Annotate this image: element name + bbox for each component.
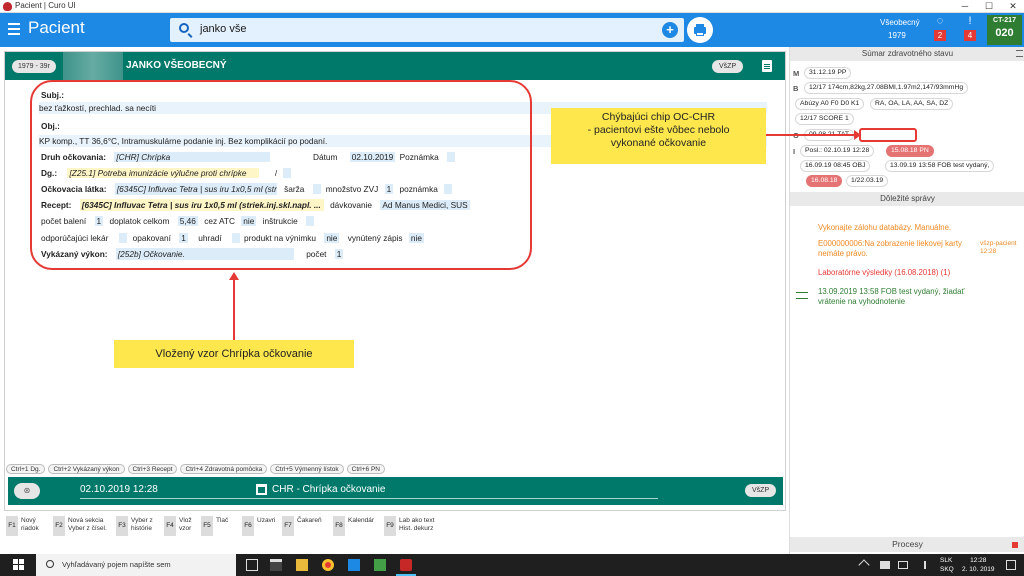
taskbar-search-icon [46,560,54,568]
curo-taskbar-icon[interactable] [400,559,412,571]
maximize-button[interactable]: ☐ [978,0,1000,13]
taskbar-search-placeholder: Vyhľadávaný pojem napíšte sem [62,560,171,569]
header-patient-year: 1979 [888,31,906,40]
summary-b-label: B [793,84,799,93]
summary-menu-icon[interactable] [1016,50,1023,57]
summary-attachment-chip[interactable]: 1/22.03.19 [846,175,889,187]
shortcut-chip-dg[interactable]: Ctrl+1 Dg. [6,464,46,474]
annotation-oval [30,80,532,270]
summary-pn-chip[interactable]: 15.08.18 PN [886,145,934,157]
callout1-line3: vykonané očkovanie [610,137,707,149]
message-fob[interactable]: 13.09.2019 13:58 FOB test vydaný, žiadať… [818,287,988,307]
shortcut-chip-row: Ctrl+1 Dg. Ctrl+2 Vykázaný výkon Ctrl+3 Re… [6,463,388,474]
callout1-line2: - pacientovi ešte vôbec nebolo [587,124,730,136]
windows-start-icon[interactable] [0,554,36,576]
message-error-meta: všzp-pacient 12:28 [980,240,1017,255]
shortcut-chip-vykon[interactable]: Ctrl+2 Vykázaný výkon [48,464,125,474]
hamburger-menu-icon[interactable] [8,23,20,35]
tray-network-icon[interactable] [880,561,890,569]
visit-type[interactable]: CHR - Chrípka očkovanie [272,484,385,495]
app-header: Pacient janko vše + Všeobecný 1979 ◌ 2 !… [0,13,1024,47]
sync-badge: 2 [934,30,946,41]
summary-fob-chip[interactable]: 13.09.19 13:58 FOB test vydaný, [885,160,995,172]
health-summary-sidebar: Súmar zdravotného stavu M 31.12.19 PP B … [789,47,1024,554]
visit-date[interactable]: 02.10.2019 12:28 [80,484,158,495]
tray-volume-icon[interactable] [916,561,926,569]
window-title: Pacient | Curo UI [15,1,76,10]
alert-message-icon[interactable]: ! [964,15,976,27]
summary-i-label: I [793,147,796,156]
callout1-arrow [766,134,858,136]
callout1-line1: Chýbajúci chip OC-CHR [601,111,716,123]
summary-posl-chip[interactable]: Posl.: 02.10.19 12:28 [800,145,875,157]
chrome-icon[interactable] [322,559,334,571]
app-blue-icon[interactable] [348,559,360,571]
file-explorer-icon[interactable] [296,559,308,571]
callout2-arrow [233,278,235,340]
summary-header: Súmar zdravotného stavu [790,47,1024,61]
notes-icon[interactable] [762,60,772,72]
procesy-bar[interactable]: Procesy [790,537,1024,552]
visit-fingerprint-icon[interactable]: ⊛ [14,483,40,499]
taskbar-clock[interactable]: 12:28 2. 10. 2019 [962,556,995,574]
important-messages-header: Dôležité správy [790,192,1024,206]
procesy-status-icon [1012,542,1018,548]
queue-number: 020 [995,27,1014,39]
app-heart-icon [3,2,12,11]
close-button[interactable]: ✕ [1002,0,1024,13]
summary-b-chip[interactable]: 12/17 174cm,82kg,27.08BMI,1.97m2,147/93m… [804,82,969,94]
sync-icon[interactable]: ◌ [934,15,946,27]
callout-inserted-template: Vložený vzor Chrípka očkovanie [114,340,354,368]
taskbar-search-input[interactable]: Vyhľadávaný pojem napíšte sem [36,554,236,576]
message-lab-results[interactable]: Laboratórne výsledky (16.08.2018) (1) [818,268,988,278]
patient-bar: 1979 - 39r JANKO VŠEOBECNÝ VšZP [5,52,785,80]
app-green-icon[interactable] [374,559,386,571]
search-value[interactable]: janko vše [200,23,246,35]
patient-search-input[interactable]: janko vše + [170,18,684,42]
print-button[interactable] [687,17,713,43]
task-view-icon[interactable] [246,559,258,571]
summary-obj-chip[interactable]: 16.09.19 08:45 OBJ [800,160,871,172]
window-titlebar: Pacient | Curo UI ─ ☐ ✕ [0,0,1024,13]
patient-photo [63,52,123,80]
summary-score-chip[interactable]: 12/17 SCORE 1 [795,113,854,125]
search-icon [179,23,189,33]
callout2-arrowhead [229,272,239,280]
message-error[interactable]: E000000006:Na zobrazenie liekovej karty … [818,239,968,259]
missing-chip-highlight [859,128,917,142]
visit-bar: ⊛ 02.10.2019 12:28 CHR - Chrípka očkovan… [8,477,783,505]
queue-label: CT-217 [993,17,1016,24]
age-chip[interactable]: 1979 - 39r [12,60,56,73]
patient-name: JANKO VŠEOBECNÝ [126,60,227,71]
notifications-icon[interactable] [1006,560,1016,570]
windows-taskbar: Vyhľadávaný pojem napíšte sem SLK SKQ 12… [0,554,1024,576]
language-indicator[interactable]: SLK SKQ [940,556,954,574]
tray-battery-icon[interactable] [898,561,908,569]
shortcut-chip-pn[interactable]: Ctrl+6 PN [346,464,385,474]
page-title: Pacient [28,18,85,37]
desktop-app-icon[interactable] [270,559,282,571]
summary-abuzy-chip[interactable]: Abúzy A0 F0 D0 K1 [795,98,865,110]
summary-date-red-chip[interactable]: 16.08.18 [806,175,843,187]
message-backup[interactable]: Vykonajte zálohu databázy. Manuálne. [818,223,988,233]
insurer-chip[interactable]: VšZP [712,60,744,73]
shortcut-chip-pomocka[interactable]: Ctrl+4 Zdravotná pomôcka [180,464,268,474]
alert-badge: 4 [964,30,976,41]
summary-ra-chip[interactable]: RA, OA, LA, AA, SA, DZ [870,98,954,110]
summary-m-label: M [793,69,800,78]
shortcut-chip-recept[interactable]: Ctrl+3 Recept [127,464,178,474]
summary-m-chip[interactable]: 31.12.19 PP [804,67,852,79]
drag-handle-icon[interactable] [796,292,808,299]
calendar-icon [256,484,267,495]
add-patient-button[interactable]: + [662,22,678,38]
queue-counter[interactable]: CT-217 020 [987,15,1022,45]
header-patient-name: Všeobecný [880,18,920,27]
visit-insurer-chip[interactable]: VšZP [745,484,777,497]
minimize-button[interactable]: ─ [954,0,976,13]
shortcut-chip-listok[interactable]: Ctrl+5 Výmenný lístok [270,464,344,474]
tray-chevron-icon[interactable] [858,559,870,571]
callout-missing-chip: Chýbajúci chip OC-CHR - pacientovi ešte … [551,108,766,164]
